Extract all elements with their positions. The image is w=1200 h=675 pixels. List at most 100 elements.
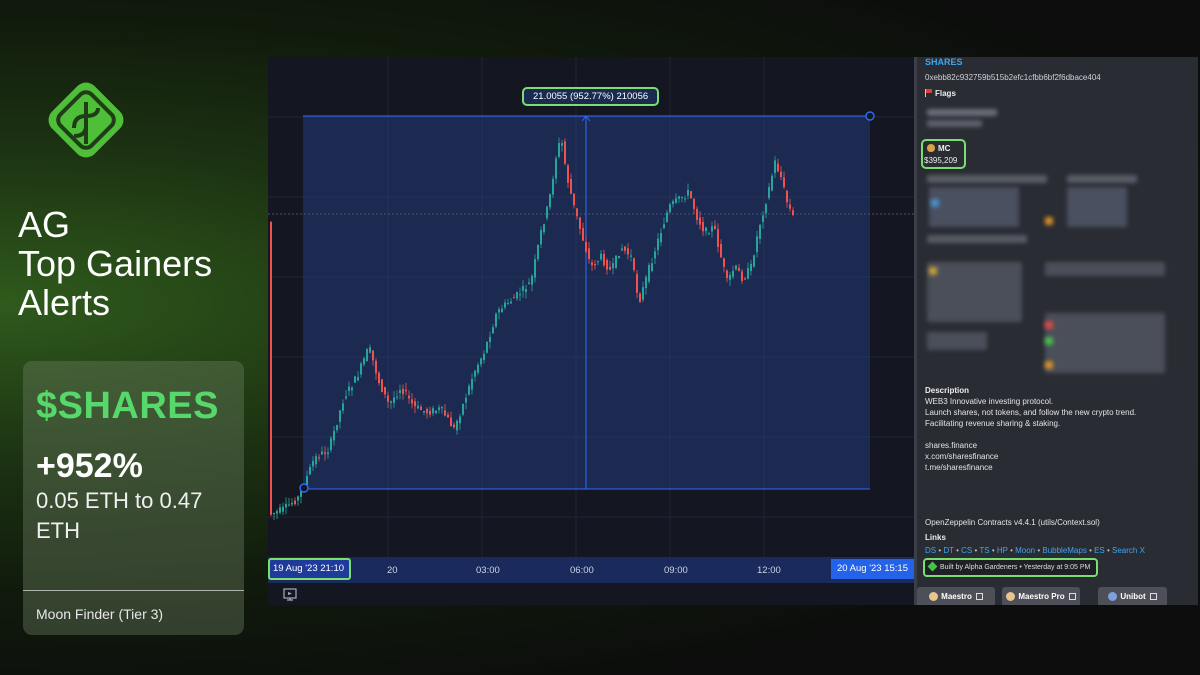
- candle-body: [456, 420, 458, 431]
- contracts-note: OpenZeppelin Contracts v4.4.1 (utils/Con…: [925, 518, 1100, 527]
- measure-handle-start[interactable]: [299, 483, 309, 493]
- candle-body: [582, 228, 584, 241]
- red-flag-icon: [925, 89, 932, 97]
- token-name[interactable]: SHARES: [925, 57, 963, 67]
- candle-body: [450, 417, 452, 427]
- links-title: Links: [925, 533, 946, 542]
- candle-body: [558, 143, 560, 157]
- candle-body: [381, 379, 383, 392]
- link-ds[interactable]: DS: [925, 546, 936, 555]
- redacted-content: [1045, 217, 1053, 225]
- candle-body: [744, 278, 746, 280]
- candle-body: [378, 372, 380, 384]
- candle-body: [414, 401, 416, 407]
- external-link-icon: [1149, 593, 1157, 600]
- candle-body: [459, 416, 461, 424]
- candle-body: [510, 301, 512, 304]
- external-link-icon: [1068, 593, 1076, 600]
- social-link[interactable]: x.com/sharesfinance: [925, 452, 998, 461]
- candle-body: [645, 276, 647, 289]
- social-link[interactable]: shares.finance: [925, 441, 977, 450]
- alert-card: $SHARES +952% 0.05 ETH to 0.47 ETH Moon …: [23, 361, 244, 635]
- link-es[interactable]: ES: [1094, 546, 1105, 555]
- candle-body: [702, 222, 704, 232]
- link-hp[interactable]: HP: [997, 546, 1008, 555]
- measure-handle-end[interactable]: [865, 111, 875, 121]
- candle-body: [285, 503, 287, 508]
- candle-body: [330, 438, 332, 450]
- brand-title-line: Top Gainers: [18, 243, 213, 284]
- money-bag-icon: [927, 144, 935, 152]
- candle-body: [306, 475, 308, 485]
- candle-body: [369, 347, 371, 353]
- candle-body: [537, 244, 539, 260]
- candle-body: [417, 405, 419, 409]
- flags-label: Flags: [935, 89, 956, 98]
- redacted-content: [1067, 175, 1137, 183]
- built-by-footer: Built by Alpha Gardeners • Yesterday at …: [923, 558, 1099, 577]
- maestro-icon: [929, 592, 939, 601]
- candle-body: [597, 261, 599, 263]
- time-tick: 03:00: [476, 565, 500, 576]
- candle-body: [525, 289, 527, 293]
- candle-body: [426, 408, 428, 414]
- candle-body: [504, 302, 506, 308]
- candle-body: [660, 232, 662, 243]
- maestro-button[interactable]: Maestro: [917, 587, 995, 605]
- candle-body: [477, 364, 479, 373]
- candle-body: [399, 390, 401, 393]
- link-search-x[interactable]: Search X: [1112, 546, 1145, 555]
- candle-body: [669, 204, 671, 213]
- candle-body: [534, 259, 536, 278]
- unibot-button[interactable]: Unibot: [1098, 587, 1167, 605]
- social-link[interactable]: t.me/sharesfinance: [925, 463, 993, 472]
- candle-body: [591, 262, 593, 266]
- candle-body: [609, 266, 611, 270]
- candle-body: [453, 424, 455, 428]
- link-ts[interactable]: TS: [979, 546, 989, 555]
- candle-body: [732, 270, 734, 277]
- maestro-label: Maestro: [941, 592, 972, 601]
- link-bubblemaps[interactable]: BubbleMaps: [1042, 546, 1086, 555]
- candle-body: [576, 208, 578, 217]
- contract-address[interactable]: 0xebb82c932759b515b2efc1cfbb6bf2f6dbace4…: [925, 73, 1101, 82]
- link-cs[interactable]: CS: [961, 546, 972, 555]
- price-chart[interactable]: 21.0055 (952.77%) 210056 19 Aug '23 21:1…: [268, 57, 914, 605]
- maestro-pro-label: Maestro Pro: [1018, 592, 1065, 601]
- candle-body: [360, 363, 362, 375]
- candlestick-chart[interactable]: [268, 57, 914, 557]
- link-moon[interactable]: Moon: [1015, 546, 1035, 555]
- flags-row: Flags: [925, 89, 956, 98]
- description-title: Description: [925, 386, 970, 395]
- candle-body: [666, 212, 668, 222]
- dex-screenshot: 21.0055 (952.77%) 210056 19 Aug '23 21:1…: [268, 57, 1198, 605]
- candle-body: [489, 336, 491, 343]
- candle-body: [627, 248, 629, 255]
- candle-body: [543, 224, 545, 233]
- candle-body: [741, 271, 743, 282]
- link-dt[interactable]: DT: [943, 546, 954, 555]
- market-cap-label-text: MC: [938, 144, 951, 153]
- candle-body: [291, 503, 293, 505]
- candle-body: [480, 358, 482, 365]
- maestro-pro-button[interactable]: Maestro Pro: [1002, 587, 1080, 605]
- candle-body: [687, 189, 689, 196]
- brand-title-line: AG: [18, 204, 71, 245]
- candle-body: [324, 452, 326, 454]
- candle-body: [342, 403, 344, 411]
- candle-body: [624, 246, 626, 251]
- candle-body: [585, 241, 587, 252]
- candle-body: [387, 395, 389, 402]
- candle-body: [555, 158, 557, 179]
- candle-body: [594, 264, 596, 266]
- ag-leaf-logo-icon: [48, 82, 124, 158]
- candle-body: [606, 259, 608, 270]
- redacted-content: [929, 187, 1019, 227]
- candle-body: [351, 387, 353, 391]
- candle-body: [774, 160, 776, 173]
- candle-body: [552, 178, 554, 195]
- candle-body: [462, 403, 464, 415]
- replay-icon[interactable]: [282, 588, 298, 602]
- candle-body: [720, 243, 722, 258]
- external-link-icon: [975, 593, 983, 600]
